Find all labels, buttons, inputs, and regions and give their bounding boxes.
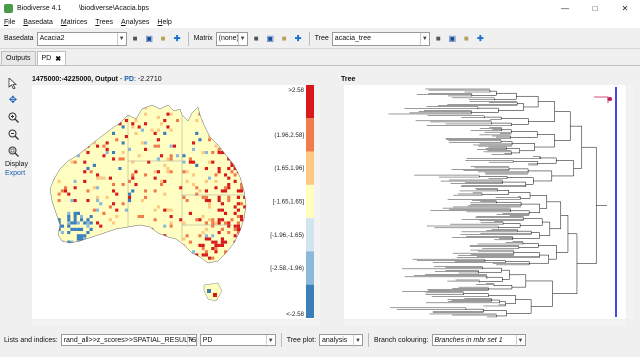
- add-icon[interactable]: ✚: [172, 33, 183, 44]
- legend: >2.58 (1.96,2.58] (1.65,1.96] [-1.65,1.65] […: [270, 85, 315, 318]
- add-icon[interactable]: ✚: [293, 33, 304, 44]
- treeplot-select-value: analysis: [322, 336, 348, 344]
- list-select[interactable]: rand_all>>z_scores>>SPATIAL_RESULTS ▼: [60, 334, 197, 347]
- minimize-icon[interactable]: —: [550, 0, 580, 16]
- map-index-value: : -2.2710: [133, 76, 162, 83]
- chevron-down-icon: ▼: [237, 32, 247, 45]
- title-bar: Biodiverse 4.1 \biodiverse\Acacia.bps — …: [0, 0, 640, 16]
- chevron-down-icon: ▼: [186, 335, 196, 347]
- lists-label: Lists and indices:: [4, 336, 58, 344]
- treeplot-label: Tree plot:: [286, 336, 317, 344]
- chevron-down-icon: ▼: [265, 335, 275, 347]
- pointer-icon[interactable]: [6, 76, 20, 90]
- delete-icon[interactable]: ■: [130, 33, 141, 44]
- legend-label: [-2.58,-1.96): [270, 265, 304, 272]
- legend-label: <-2.58: [286, 311, 304, 318]
- delete-icon[interactable]: ■: [433, 33, 444, 44]
- display-button[interactable]: Display: [5, 161, 28, 168]
- menu-bar: File Basedata Matrices Trees Analyses He…: [0, 16, 640, 28]
- treeplot-select[interactable]: analysis ▼: [319, 334, 364, 347]
- phylogeny-tree: [388, 88, 612, 318]
- tree-select-value: acacia_tree: [334, 35, 371, 42]
- tab-bar: Outputs PD ✖: [0, 50, 640, 66]
- legend-label: [-1.96,-1.65): [270, 232, 304, 239]
- open-folder-icon[interactable]: ■: [461, 33, 472, 44]
- chevron-down-icon: ▼: [116, 32, 126, 45]
- tab-outputs[interactable]: Outputs: [1, 51, 36, 65]
- map-plot[interactable]: >2.58 (1.96,2.58] (1.65,1.96] [-1.65,1.65] […: [32, 85, 320, 319]
- tasmania: [203, 282, 223, 302]
- menu-trees[interactable]: Trees: [95, 19, 113, 26]
- tree-horizontal-scrollbar[interactable]: [344, 320, 626, 326]
- tree-select[interactable]: acacia_tree ▼: [331, 31, 430, 46]
- map-horizontal-scrollbar[interactable]: [32, 320, 320, 326]
- bottom-controls: Lists and indices: rand_all>>z_scores>>S…: [0, 333, 640, 347]
- app-icon: [4, 3, 13, 13]
- menu-analyses[interactable]: Analyses: [121, 19, 149, 26]
- matrix-select-value: (none): [218, 35, 239, 42]
- legend-label: (1.65,1.96]: [274, 165, 304, 172]
- tab-outputs-label: Outputs: [6, 55, 31, 62]
- maximize-icon[interactable]: □: [580, 0, 610, 16]
- pan-icon[interactable]: ✥: [6, 93, 20, 107]
- close-icon[interactable]: ✕: [610, 0, 640, 16]
- map-canvas[interactable]: >2.58 (1.96,2.58] (1.65,1.96] [-1.65,1.65] […: [32, 85, 320, 319]
- tree-plot[interactable]: [344, 85, 626, 319]
- index-select-value: PD: [202, 336, 213, 344]
- window-title: Biodiverse 4.1 \biodiverse\Acacia.bps: [17, 4, 149, 12]
- tab-pd[interactable]: PD ✖: [36, 51, 67, 65]
- legend-label: (1.96,2.58]: [274, 132, 304, 139]
- map-coord: 1475000:-4225000, Output: [32, 76, 118, 83]
- branch-colouring-value: Branches in mbr set 1: [434, 336, 503, 344]
- tree-vertical-scrollbar[interactable]: [628, 85, 634, 319]
- open-folder-icon[interactable]: ■: [279, 33, 290, 44]
- status-bar: [0, 347, 640, 357]
- zoom-in-icon[interactable]: [6, 110, 20, 124]
- basedata-select-value: Acacia2: [39, 35, 65, 42]
- menu-basedata[interactable]: Basedata: [23, 19, 53, 26]
- legend-label: >2.58: [288, 87, 304, 94]
- delete-icon[interactable]: ■: [251, 33, 262, 44]
- branch-colouring-select[interactable]: Branches in mbr set 1 ▼: [431, 334, 526, 347]
- open-folder-icon[interactable]: ■: [158, 33, 169, 44]
- tree-canvas[interactable]: [344, 85, 626, 319]
- chevron-down-icon: ▼: [515, 335, 525, 347]
- export-button[interactable]: Export: [5, 170, 26, 177]
- left-toolbox: ✥ Display Export: [2, 73, 28, 193]
- tab-pd-label: PD: [41, 55, 52, 62]
- branch-colouring-label: Branch colouring:: [374, 336, 429, 344]
- legend-label: [-1.65,1.65]: [273, 199, 305, 206]
- index-select[interactable]: PD ▼: [199, 334, 276, 347]
- matrix-select[interactable]: (none) ▼: [215, 31, 248, 46]
- save-icon[interactable]: ▣: [144, 33, 155, 44]
- map-vertical-scrollbar[interactable]: [314, 85, 320, 319]
- map-status: 1475000:-4225000, Output - PD: -2.2710: [32, 76, 162, 83]
- tree-label: Tree: [314, 35, 329, 42]
- matrix-label: Matrix: [193, 35, 213, 42]
- australia-map: [50, 105, 246, 263]
- menu-help[interactable]: Help: [157, 19, 171, 26]
- chevron-down-icon: ▼: [353, 335, 362, 347]
- add-icon[interactable]: ✚: [475, 33, 486, 44]
- map-index-name: PD: [124, 76, 134, 83]
- list-select-value: rand_all>>z_scores>>SPATIAL_RESULTS: [63, 336, 197, 344]
- zoom-out-icon[interactable]: [6, 127, 20, 141]
- selected-node-marker[interactable]: [608, 97, 612, 101]
- menu-file[interactable]: File: [4, 19, 15, 26]
- save-icon[interactable]: ▣: [447, 33, 458, 44]
- toolbar: Basedata Acacia2 ▼ ■ ▣ ■ ✚ Matrix (none)…: [0, 29, 640, 49]
- basedata-label: Basedata: [4, 35, 34, 42]
- menu-matrices[interactable]: Matrices: [61, 19, 87, 26]
- tree-panel-title: Tree: [341, 76, 356, 83]
- close-tab-icon[interactable]: ✖: [55, 55, 61, 63]
- chevron-down-icon: ▼: [419, 32, 429, 45]
- save-icon[interactable]: ▣: [265, 33, 276, 44]
- zoom-fit-icon[interactable]: [6, 144, 20, 158]
- basedata-select[interactable]: Acacia2 ▼: [36, 31, 127, 46]
